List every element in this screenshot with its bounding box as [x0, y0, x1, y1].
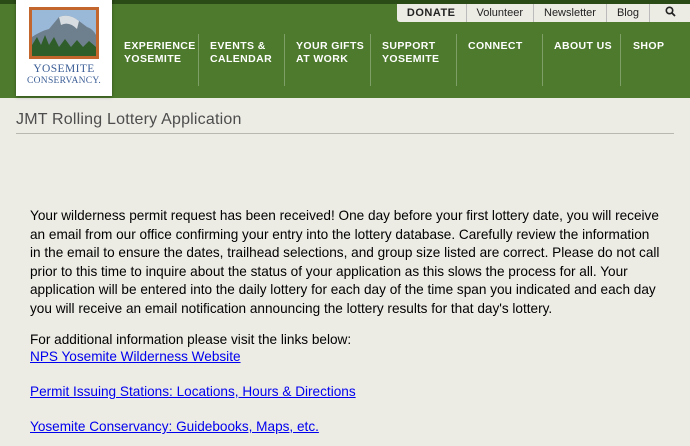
nav-your-gifts-at-work[interactable]: YOUR GIFTS AT WORK [296, 40, 364, 66]
nav-about-us[interactable]: ABOUT US [554, 40, 612, 53]
nav-divider [370, 34, 371, 86]
nav-label: SHOP [633, 40, 665, 52]
nav-label: YOSEMITE [124, 53, 182, 65]
donate-link[interactable]: DONATE [397, 4, 466, 22]
nav-divider [284, 34, 285, 86]
half-dome-logo-icon [29, 7, 99, 59]
nav-shop[interactable]: SHOP [633, 40, 664, 53]
nav-connect[interactable]: CONNECT [468, 40, 523, 53]
logo-text-yosemite: YOSEMITE [33, 63, 95, 75]
additional-info-label: For additional information please visit … [30, 332, 352, 347]
nav-label: EVENTS & [210, 40, 266, 52]
nav-label: SUPPORT [382, 40, 436, 52]
nav-divider [456, 34, 457, 86]
nav-label: ABOUT US [554, 40, 613, 52]
search-icon [664, 6, 676, 17]
volunteer-link[interactable]: Volunteer [465, 4, 533, 22]
page-title: JMT Rolling Lottery Application [16, 111, 242, 128]
nav-label: AT WORK [296, 53, 349, 65]
nav-label: CALENDAR [210, 53, 273, 65]
nav-events-calendar[interactable]: EVENTS & CALENDAR [210, 40, 272, 66]
logo-text-conservancy: CONSERVANCY. [26, 76, 102, 86]
nav-experience-yosemite[interactable]: EXPERIENCE YOSEMITE [124, 40, 196, 66]
nav-label: CONNECT [468, 40, 523, 52]
nav-label: YOUR GIFTS [296, 40, 365, 52]
nav-support-yosemite[interactable]: SUPPORT YOSEMITE [382, 40, 439, 66]
link-permit-stations[interactable]: Permit Issuing Stations: Locations, Hour… [30, 383, 356, 401]
nav-divider [542, 34, 543, 86]
newsletter-link[interactable]: Newsletter [533, 4, 606, 22]
title-divider [16, 133, 674, 134]
link-conservancy-guidebooks[interactable]: Yosemite Conservancy: Guidebooks, Maps, … [30, 418, 319, 436]
nav-divider [198, 34, 199, 86]
blog-link[interactable]: Blog [605, 4, 649, 22]
yosemite-conservancy-logo[interactable]: YOSEMITE CONSERVANCY. [16, 0, 112, 96]
nav-label: YOSEMITE [382, 53, 440, 65]
nav-label: EXPERIENCE [124, 40, 196, 52]
confirmation-paragraph: Your wilderness permit request has been … [30, 208, 660, 316]
search-button[interactable] [649, 4, 690, 22]
nav-divider [620, 34, 621, 86]
link-nps-wilderness[interactable]: NPS Yosemite Wilderness Website [30, 348, 241, 366]
utility-nav: DONATE Volunteer Newsletter Blog [396, 4, 690, 22]
